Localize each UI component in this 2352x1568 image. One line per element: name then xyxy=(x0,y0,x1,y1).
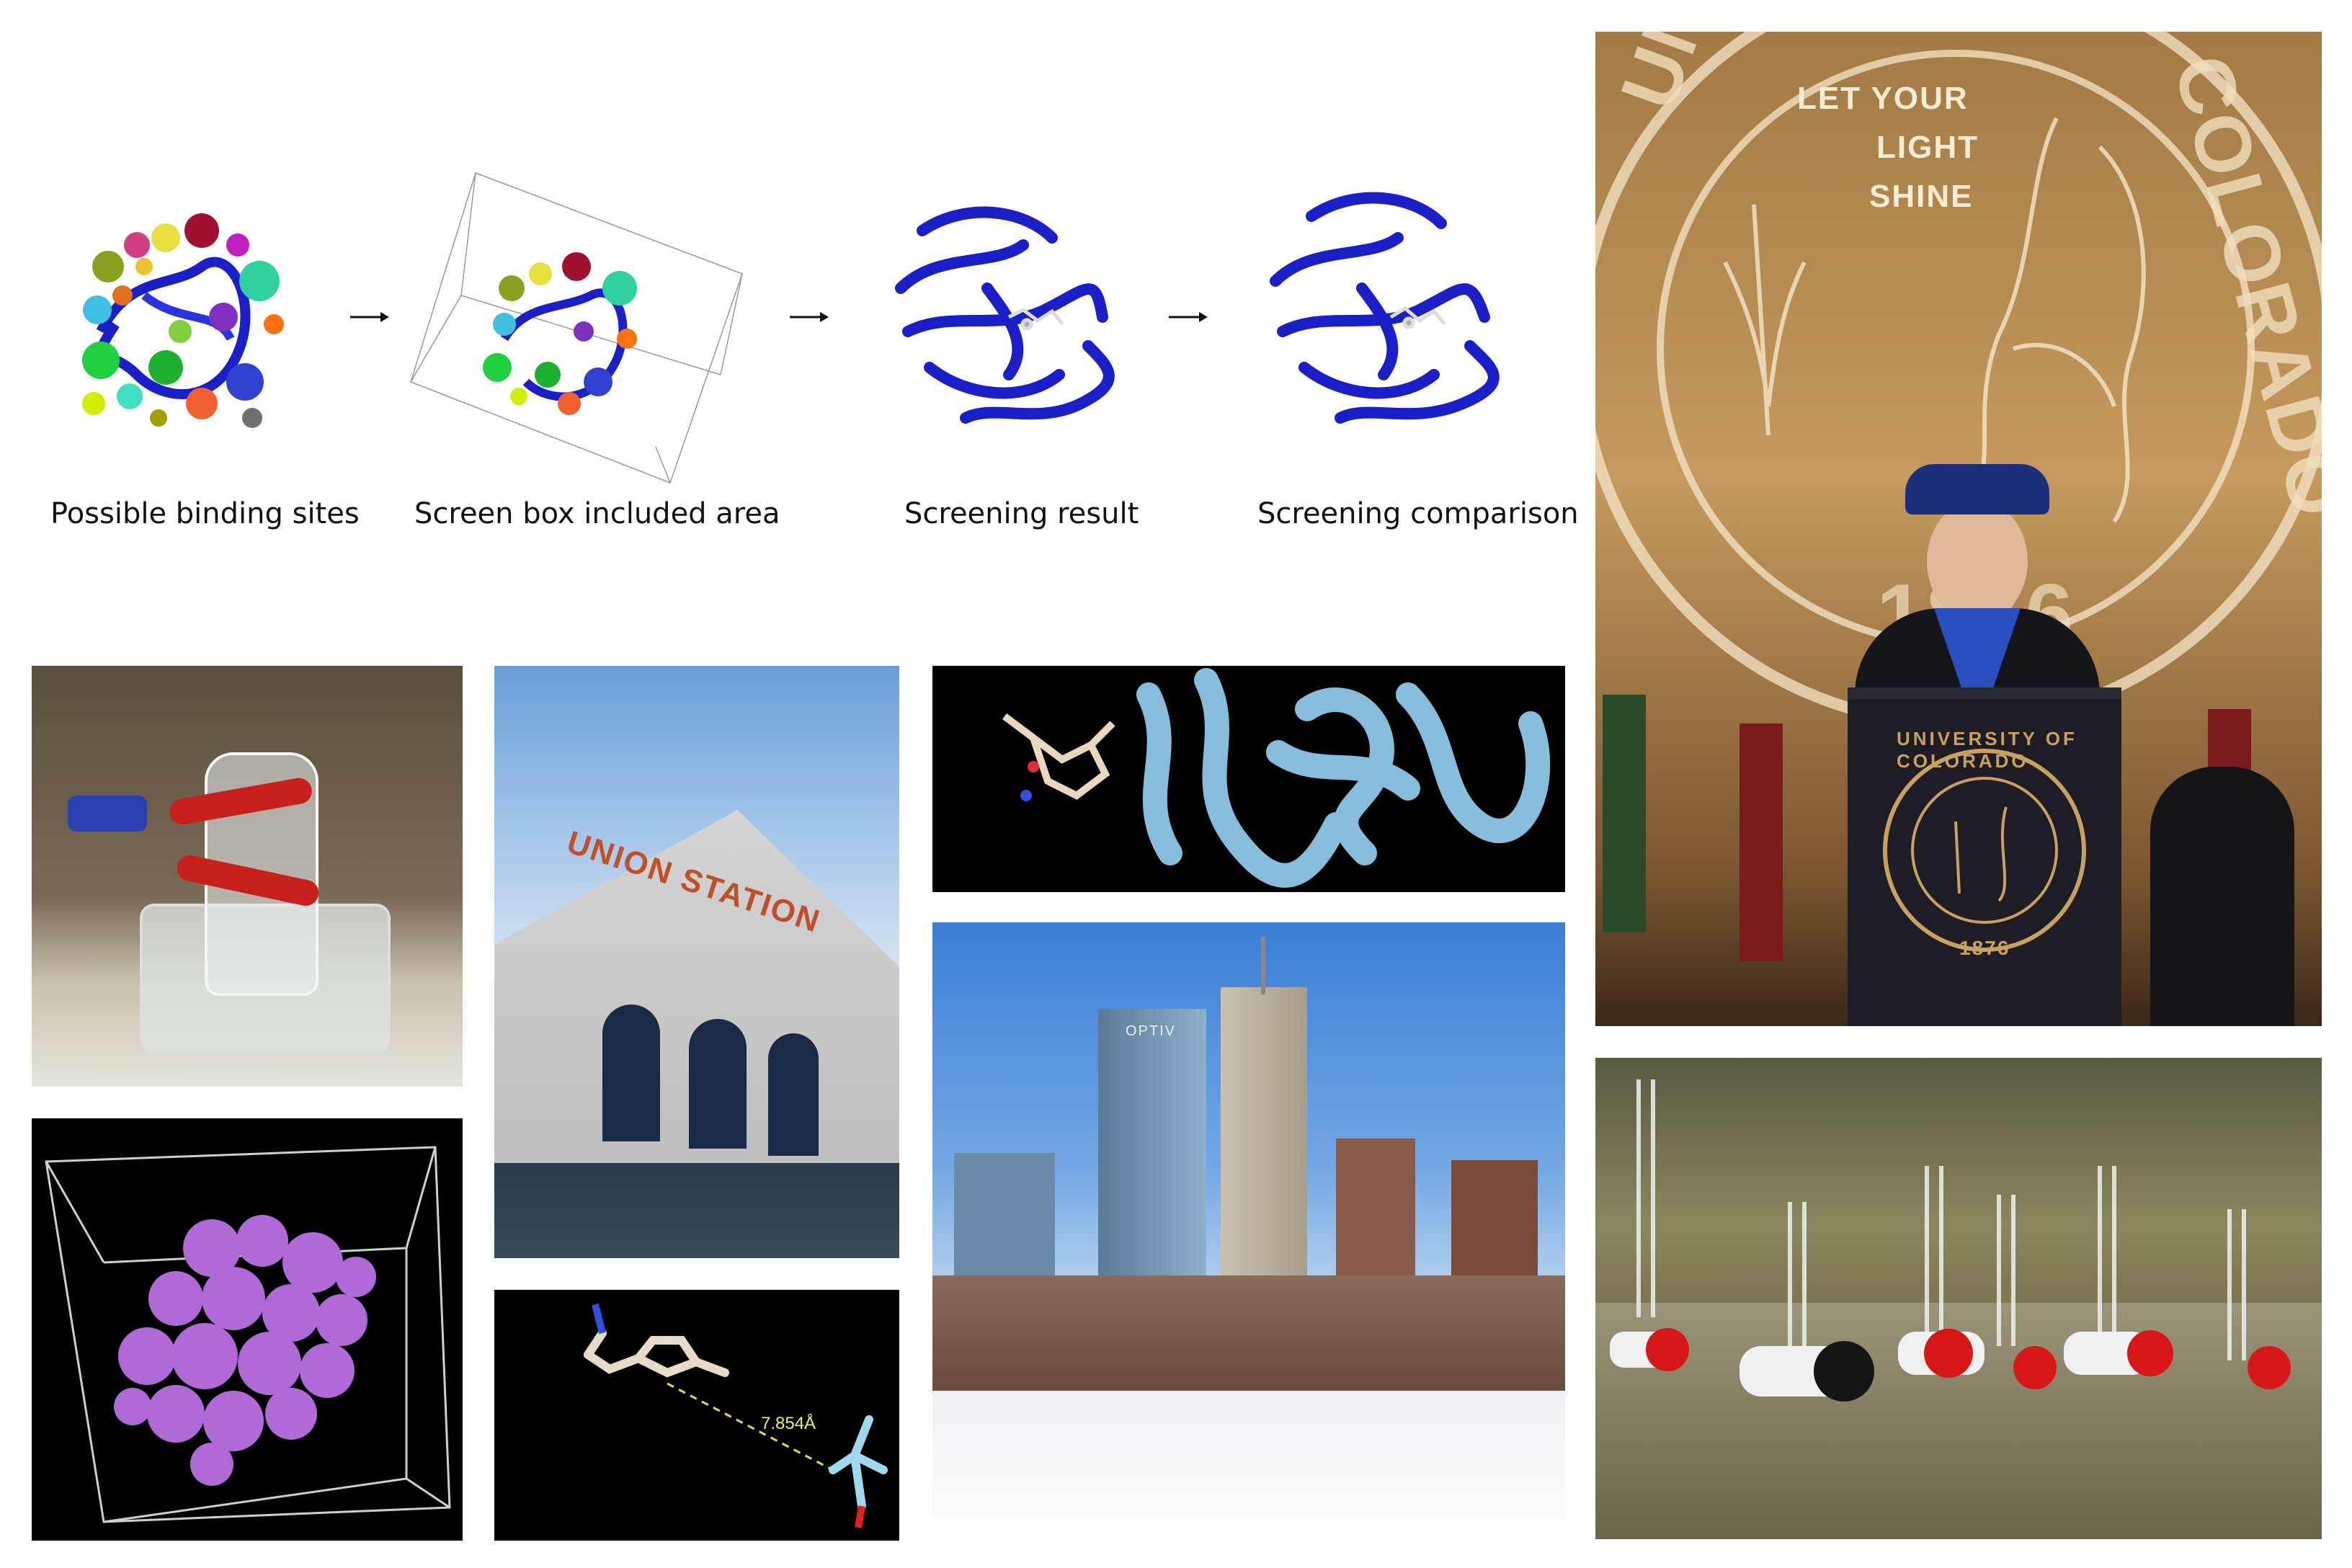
screening-result-figure xyxy=(895,206,1115,424)
podium-banner-text: UNIVERSITY OF COLORADO xyxy=(1897,728,2077,772)
building xyxy=(932,1275,1565,1391)
ligand-molecule xyxy=(1002,713,1115,800)
seated-person xyxy=(2150,767,2294,1026)
seal-motto: SHINE xyxy=(1869,179,1974,214)
flag xyxy=(1603,695,1646,932)
pocket-spheres-figure xyxy=(32,1118,463,1541)
spire xyxy=(1261,937,1265,994)
screen-box-figure xyxy=(410,172,743,484)
step-caption: Screening comparison xyxy=(1257,497,1579,530)
ribbon-svg xyxy=(1002,668,1551,888)
tower-sign: OPTIV xyxy=(1126,1023,1177,1039)
glassware-photo xyxy=(1595,1058,2322,1539)
commencement-photo: LET YOUR LIGHT SHINE UNIVERS COLORADO 18… xyxy=(1595,32,2322,1026)
molecule-svg xyxy=(584,1303,888,1528)
glass-tubes xyxy=(1610,1079,2291,1402)
canopy xyxy=(494,1163,899,1258)
flag xyxy=(1740,723,1783,961)
step-caption: Screening result xyxy=(904,497,1139,530)
binding-site-spheres xyxy=(483,252,637,415)
screening-comparison-figure xyxy=(1270,192,1500,424)
pocket-spheres-svg xyxy=(45,1146,451,1523)
distance-label: 7.854Å xyxy=(761,1414,816,1433)
snowy-plaza xyxy=(932,1391,1565,1541)
union-station-photo: UNION STATION xyxy=(494,666,899,1258)
seal-motto: LET YOUR xyxy=(1797,81,1969,116)
arrow-icon xyxy=(790,312,829,322)
stopcock-valves xyxy=(1610,1328,2291,1402)
seal-motto: LIGHT xyxy=(1876,130,1979,165)
arched-window xyxy=(768,1033,819,1156)
arched-window xyxy=(602,1004,660,1141)
arrow-icon xyxy=(350,312,389,322)
blue-connector xyxy=(68,796,147,832)
binding-sites-figure xyxy=(82,213,284,428)
city-skyline-photo: OPTIV xyxy=(932,922,1565,1541)
lab-flask-photo xyxy=(32,666,463,1087)
ribbon-protein-figure xyxy=(932,666,1565,892)
step-caption: Possible binding sites xyxy=(50,497,360,530)
arched-window xyxy=(689,1019,747,1149)
podium: UNIVERSITY OF COLORADO 1876 xyxy=(1848,687,2121,1026)
podium-banner-year: 1876 xyxy=(1959,937,2010,959)
distance-measure-figure: 7.854Å xyxy=(494,1290,899,1541)
step-caption: Screen box included area xyxy=(414,497,780,530)
podium-seal xyxy=(1883,749,2086,952)
arrow-icon xyxy=(1169,312,1208,322)
